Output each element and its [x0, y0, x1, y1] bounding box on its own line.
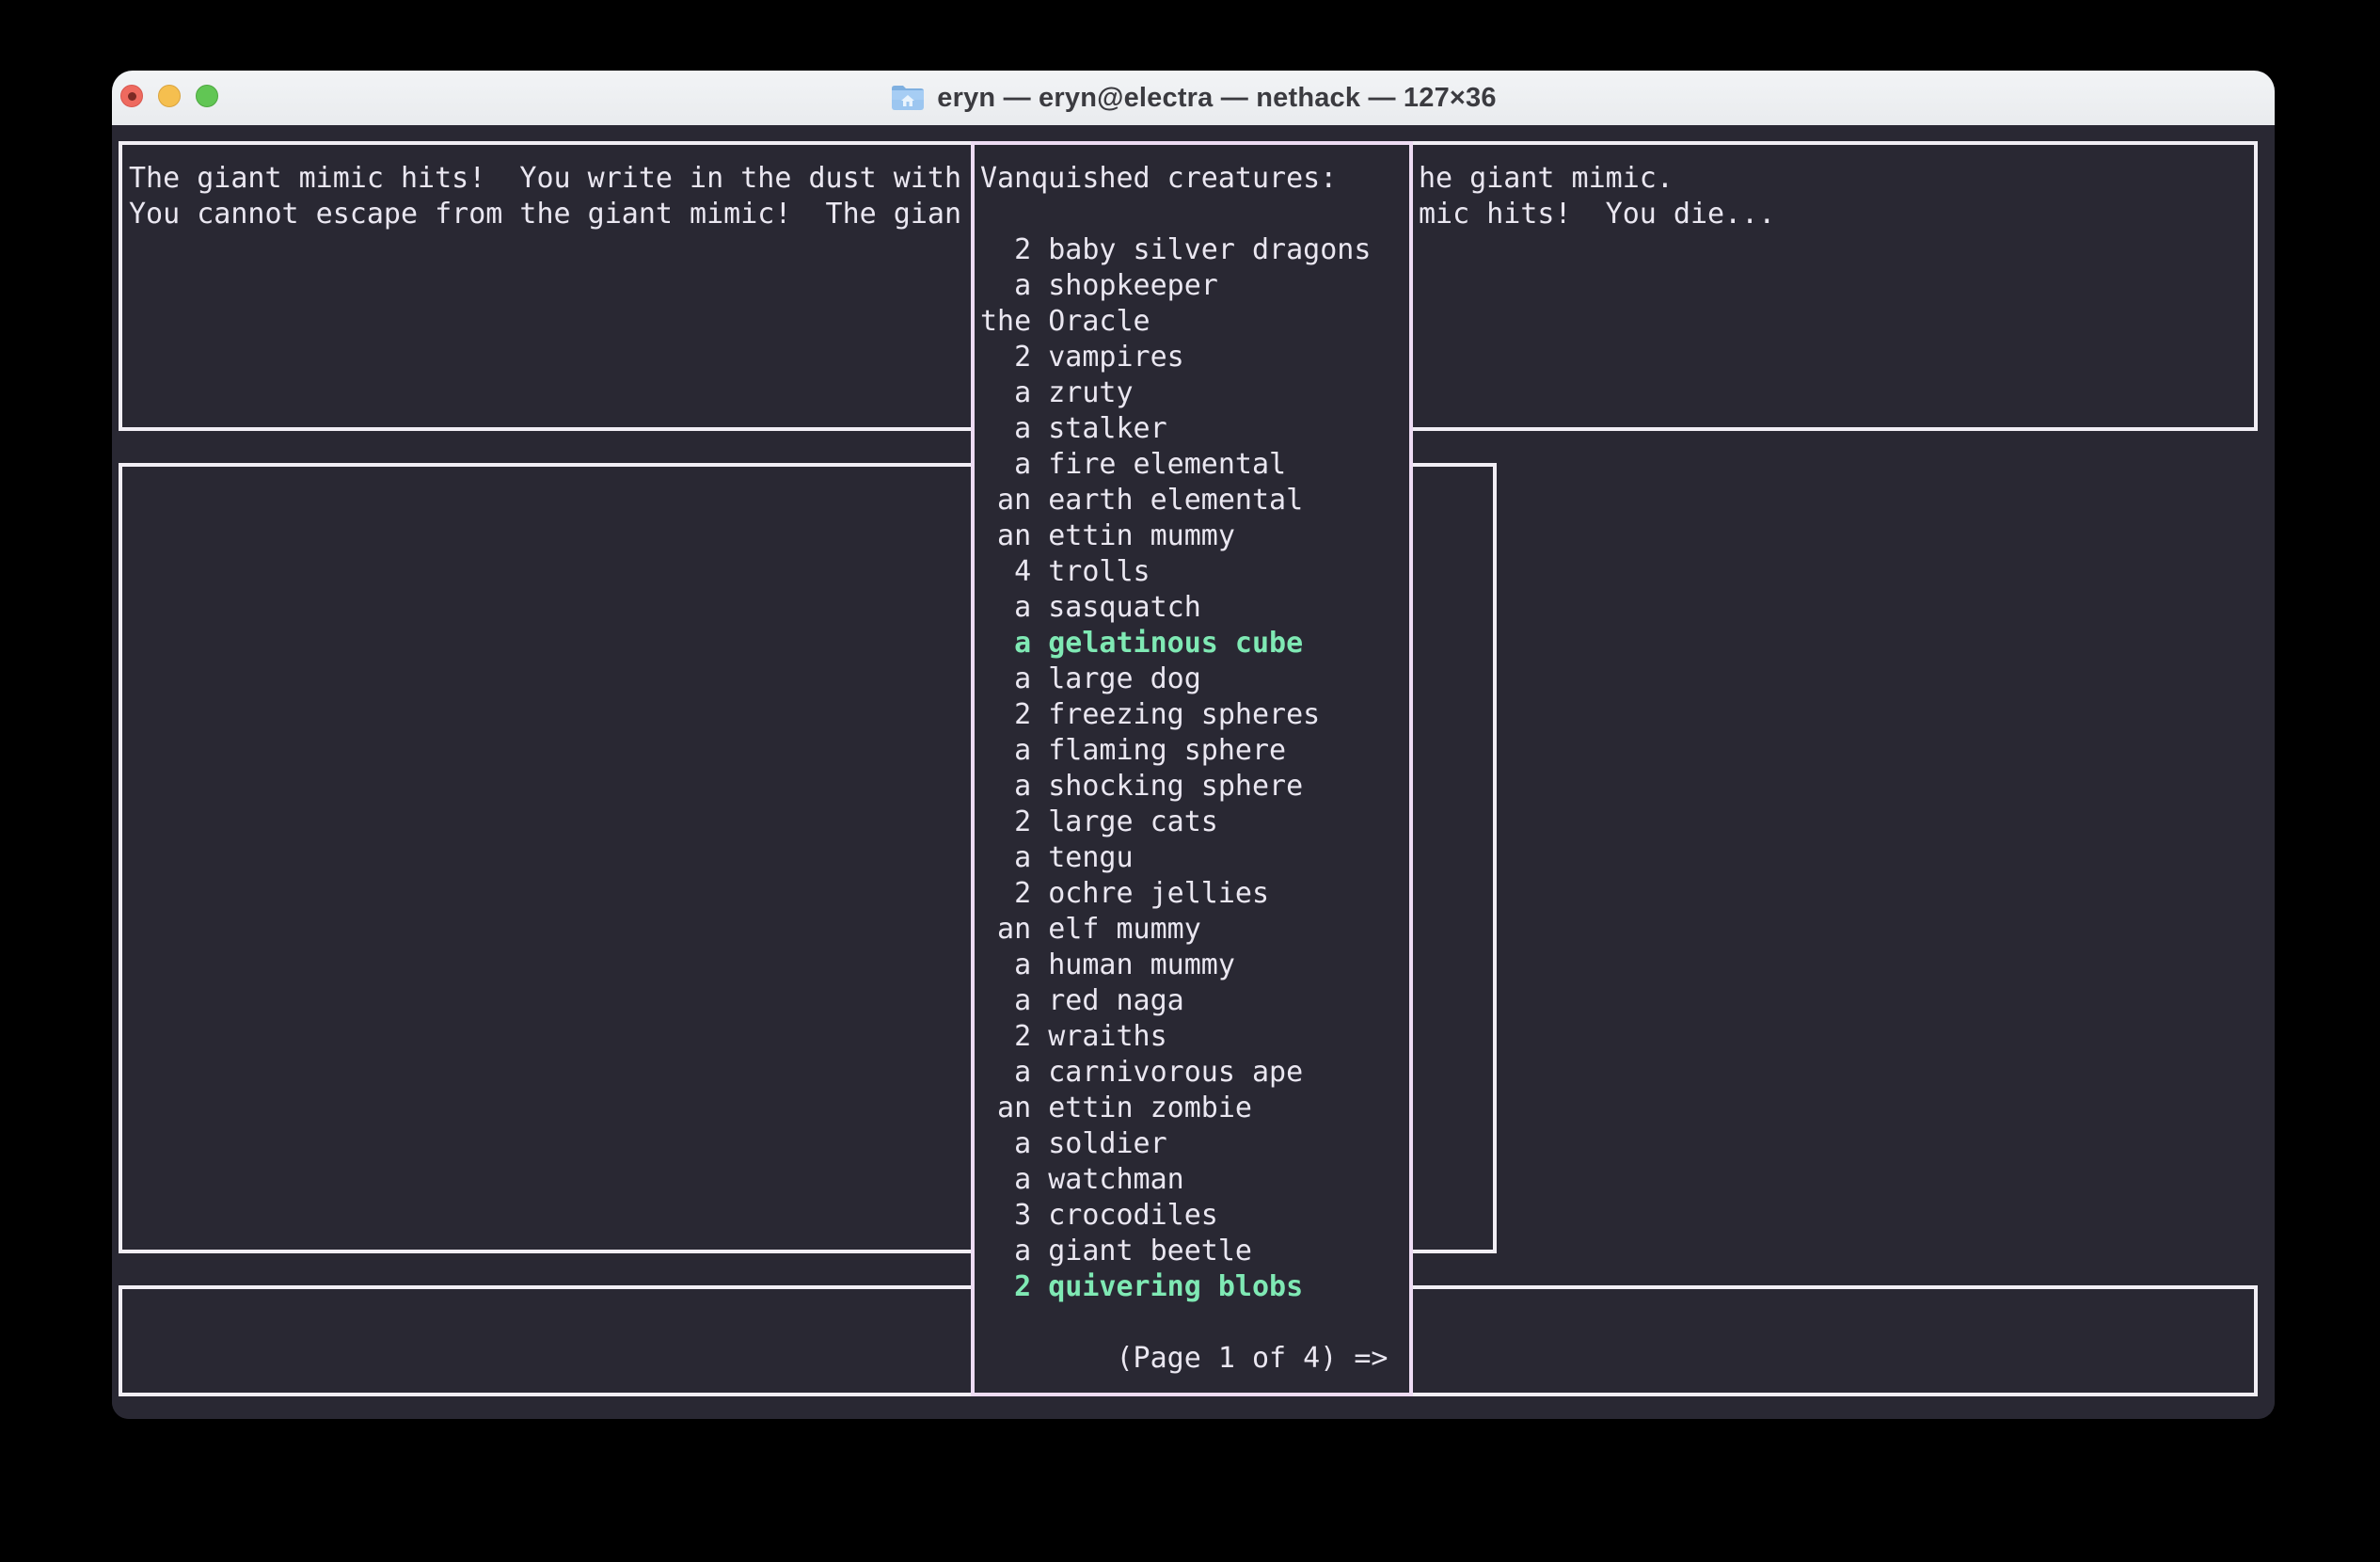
terminal-window: eryn — eryn@electra — nethack — 127×36 T…: [112, 71, 2275, 1419]
menu-item: a sasquatch: [980, 590, 1388, 626]
window-controls: [120, 85, 218, 107]
menu-title: Vanquished creatures:: [980, 161, 1388, 197]
menu-item: a flaming sphere: [980, 733, 1388, 769]
menu-item: a tengu: [980, 840, 1388, 876]
menu-item: a shocking sphere: [980, 769, 1388, 805]
menu-item: an elf mummy: [980, 912, 1388, 948]
menu-item: a fire elemental: [980, 447, 1388, 483]
menu-item: a giant beetle: [980, 1234, 1388, 1269]
home-folder-icon: [890, 83, 926, 113]
titlebar[interactable]: eryn — eryn@electra — nethack — 127×36: [112, 71, 2275, 126]
menu-item: 2 ochre jellies: [980, 876, 1388, 912]
menu-item-highlighted: a gelatinous cube: [980, 626, 1388, 661]
message-line-1-left: The giant mimic hits! You write in the d…: [129, 161, 961, 197]
menu-item: 2 vampires: [980, 340, 1388, 375]
menu-blank-line: [980, 197, 1388, 232]
menu-item: an ettin mummy: [980, 518, 1388, 554]
menu-item: 3 crocodiles: [980, 1198, 1388, 1234]
menu-item: 2 wraiths: [980, 1019, 1388, 1055]
menu-item: 2 baby silver dragons: [980, 232, 1388, 268]
menu-item: a large dog: [980, 661, 1388, 697]
title-group: eryn — eryn@electra — nethack — 127×36: [890, 83, 1496, 114]
menu-item: an earth elemental: [980, 483, 1388, 518]
menu-page-indicator: (Page 1 of 4) =>: [980, 1341, 1388, 1377]
vanquished-menu-lines: Vanquished creatures: 2 baby silver drag…: [980, 161, 1388, 1377]
menu-blank-line: [980, 1305, 1388, 1341]
message-line-2-right: mic hits! You die...: [1419, 197, 1775, 232]
message-line-2-left: You cannot escape from the giant mimic! …: [129, 197, 961, 232]
menu-item-highlighted: 2 quivering blobs: [980, 1269, 1388, 1305]
terminal-screen[interactable]: The giant mimic hits! You write in the d…: [112, 125, 2275, 1419]
menu-item: a soldier: [980, 1126, 1388, 1162]
menu-item: a human mummy: [980, 948, 1388, 983]
menu-item: an ettin zombie: [980, 1091, 1388, 1126]
message-line-1-right: he giant mimic.: [1419, 161, 1674, 197]
zoom-button[interactable]: [196, 85, 218, 107]
modified-dot-icon: [128, 92, 136, 101]
close-button[interactable]: [120, 85, 143, 107]
menu-item: a red naga: [980, 983, 1388, 1019]
window-title: eryn — eryn@electra — nethack — 127×36: [937, 83, 1496, 114]
menu-item: a watchman: [980, 1162, 1388, 1198]
menu-item: 2 large cats: [980, 805, 1388, 840]
menu-item: a zruty: [980, 375, 1388, 411]
menu-item: the Oracle: [980, 304, 1388, 340]
menu-item: 4 trolls: [980, 554, 1388, 590]
menu-item: 2 freezing spheres: [980, 697, 1388, 733]
menu-item: a shopkeeper: [980, 268, 1388, 304]
menu-item: a stalker: [980, 411, 1388, 447]
menu-item: a carnivorous ape: [980, 1055, 1388, 1091]
minimize-button[interactable]: [158, 85, 181, 107]
